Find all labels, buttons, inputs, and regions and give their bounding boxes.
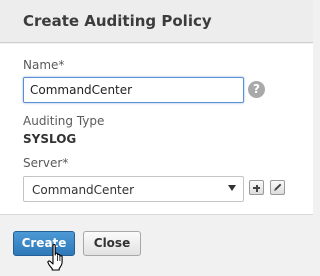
create-auditing-policy-dialog: Create Auditing Policy Name* ? Auditing … — [0, 0, 313, 276]
auditing-type-label: Auditing Type — [23, 114, 105, 128]
dialog-title: Create Auditing Policy — [23, 12, 212, 30]
auditing-type-value: SYSLOG — [23, 132, 77, 146]
server-select[interactable]: CommandCenter — [23, 176, 244, 202]
name-input[interactable] — [23, 77, 244, 103]
dialog-header: Create Auditing Policy — [0, 0, 313, 43]
edit-server-button[interactable] — [270, 180, 285, 195]
pencil-icon — [274, 183, 282, 191]
server-select-value: CommandCenter — [32, 183, 135, 197]
dropdown-arrow-icon — [228, 185, 236, 191]
server-label: Server* — [23, 156, 69, 170]
hand-pointer-icon — [47, 244, 63, 271]
name-label: Name* — [23, 58, 65, 72]
close-button[interactable]: Close — [83, 231, 141, 256]
add-server-button[interactable] — [249, 180, 264, 195]
help-icon[interactable]: ? — [248, 81, 265, 98]
